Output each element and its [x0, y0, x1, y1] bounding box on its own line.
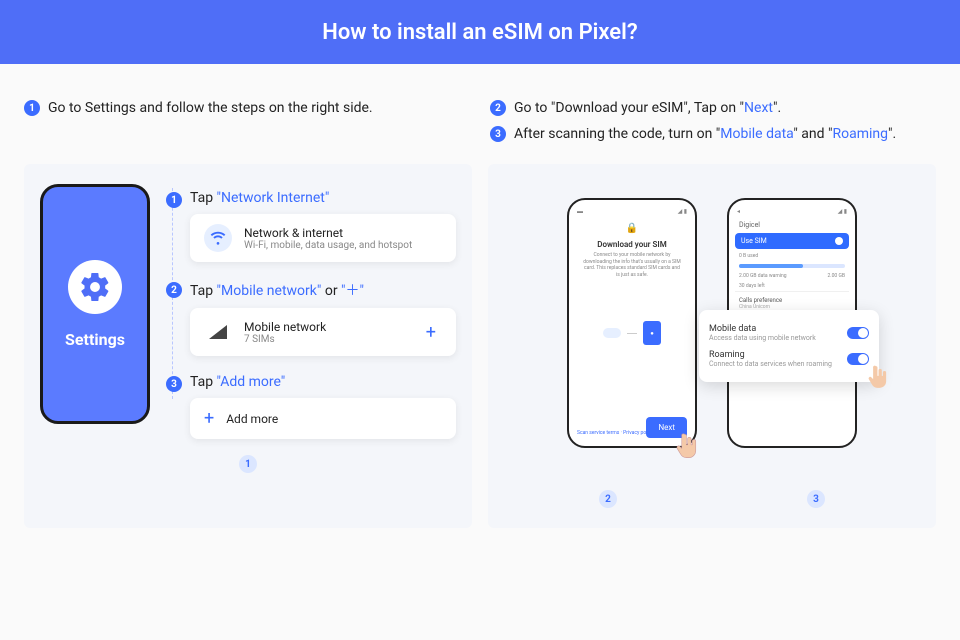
panels: Settings 1 Tap "Network Internet" Networ… — [0, 164, 960, 552]
page-title: How to install an eSIM on Pixel? — [322, 20, 637, 45]
substep-badge-2: 2 — [166, 282, 182, 298]
step-2: 2 Go to "Download your eSIM", Tap on "Ne… — [490, 100, 936, 116]
step-3-text: After scanning the code, turn on "Mobile… — [514, 126, 896, 142]
substeps: 1 Tap "Network Internet" Network & inter… — [166, 184, 456, 439]
usage-label: 0 B used — [735, 251, 849, 261]
step-badge-2: 2 — [490, 100, 506, 116]
pointer-hand-icon — [673, 432, 701, 460]
lock-icon: 🔒 — [579, 223, 685, 234]
terms-links[interactable]: Scan service terms · Privacy policy — [577, 430, 654, 436]
sim-illustration — [579, 298, 685, 368]
card-network-internet[interactable]: Network & internet Wi-Fi, mobile, data u… — [190, 214, 456, 262]
mobile-data-switch[interactable] — [847, 327, 869, 339]
instruction-left: 1 Go to Settings and follow the steps on… — [24, 100, 470, 152]
substep-2: 2 Tap "Mobile network" or "＋" Mobile net… — [190, 280, 456, 356]
marker-2: 2 — [599, 490, 617, 508]
download-desc: Connect to your mobile network by downlo… — [579, 252, 685, 278]
signal-icon — [204, 318, 232, 346]
substep-3: 3 Tap "Add more" + Add more — [190, 374, 456, 439]
step-3: 3 After scanning the code, turn on "Mobi… — [490, 126, 936, 142]
card-mobile-network[interactable]: Mobile network 7 SIMs + — [190, 308, 456, 356]
phone-download-sim: ▬◢ ▮ 🔒 Download your SIM Connect to your… — [567, 198, 697, 448]
step-badge-1: 1 — [24, 100, 40, 116]
step-badge-3: 3 — [490, 126, 506, 142]
page-header: How to install an eSIM on Pixel? — [0, 0, 960, 64]
card-title: Network & internet — [244, 226, 442, 240]
marker-1: 1 — [239, 455, 257, 473]
substep-badge-1: 1 — [166, 192, 182, 208]
mobile-data-row: Mobile data Access data using mobile net… — [709, 320, 869, 346]
panel-right: ▬◢ ▮ 🔒 Download your SIM Connect to your… — [488, 164, 936, 528]
step-2-text: Go to "Download your eSIM", Tap on "Next… — [514, 100, 781, 116]
pointer-hand-icon — [865, 364, 891, 390]
toggles-popup: Mobile data Access data using mobile net… — [699, 310, 879, 382]
step-1-text: Go to Settings and follow the steps on t… — [48, 100, 373, 116]
step-1: 1 Go to Settings and follow the steps on… — [24, 100, 470, 116]
substep-badge-3: 3 — [166, 376, 182, 392]
substep-1: 1 Tap "Network Internet" Network & inter… — [190, 190, 456, 262]
phone-sim-settings: ◂◢ ▮ Digicel Use SIM 0 B used 2.00 GB da… — [727, 198, 857, 448]
roaming-row: Roaming Connect to data services when ro… — [709, 346, 869, 372]
plus-icon[interactable]: + — [420, 322, 442, 343]
settings-label: Settings — [65, 330, 125, 349]
gear-icon — [68, 260, 122, 314]
instruction-right: 2 Go to "Download your eSIM", Tap on "Ne… — [490, 100, 936, 152]
card-add-more[interactable]: + Add more — [190, 398, 456, 439]
wifi-icon — [204, 224, 232, 252]
settings-phone: Settings — [40, 184, 150, 424]
carrier-name: Digicel — [735, 219, 849, 231]
instruction-row: 1 Go to Settings and follow the steps on… — [0, 64, 960, 164]
usage-bar — [739, 264, 845, 268]
status-bar: ▬◢ ▮ — [575, 208, 689, 219]
marker-3: 3 — [807, 490, 825, 508]
download-title: Download your SIM — [579, 240, 685, 249]
panel-left: Settings 1 Tap "Network Internet" Networ… — [24, 164, 472, 528]
use-sim-toggle[interactable]: Use SIM — [735, 233, 849, 249]
card-sub: Wi-Fi, mobile, data usage, and hotspot — [244, 240, 442, 251]
plus-icon: + — [204, 408, 214, 429]
